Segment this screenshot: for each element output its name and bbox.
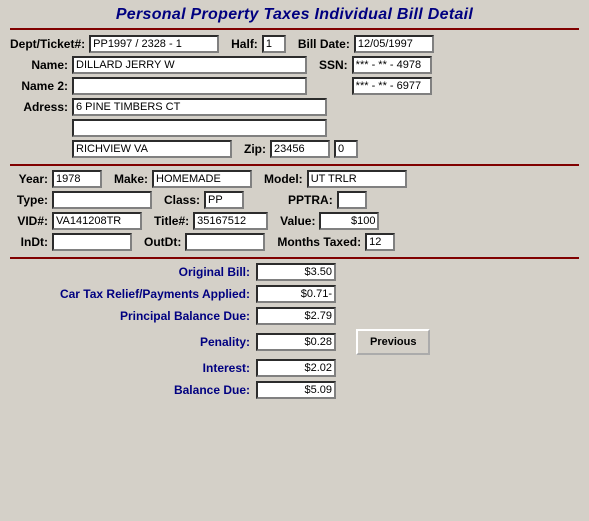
pptra-label: PPTRA: xyxy=(288,193,333,207)
ssn-label: SSN: xyxy=(319,58,348,72)
balance-label: Balance Due: xyxy=(30,383,250,397)
months-taxed-label: Months Taxed: xyxy=(277,235,361,249)
zip-label: Zip: xyxy=(244,142,266,156)
address2-row xyxy=(10,119,579,137)
make-label: Make: xyxy=(114,172,148,186)
dept-ticket-input[interactable] xyxy=(89,35,219,53)
original-bill-label: Original Bill: xyxy=(30,265,250,279)
name2-label: Name 2: xyxy=(10,79,68,93)
penality-input[interactable] xyxy=(256,333,336,351)
principal-label: Principal Balance Due: xyxy=(30,309,250,323)
year-row: Year: Make: Model: xyxy=(10,170,579,188)
half-label: Half: xyxy=(231,37,258,51)
city-input[interactable] xyxy=(72,140,232,158)
bill-date-input[interactable] xyxy=(354,35,434,53)
value-label: Value: xyxy=(280,214,315,228)
title-label: Title#: xyxy=(154,214,189,228)
year-input[interactable] xyxy=(52,170,102,188)
page-title: Personal Property Taxes Individual Bill … xyxy=(10,6,579,24)
top-divider xyxy=(10,28,579,30)
outdt-label: OutDt: xyxy=(144,235,181,249)
balance-input[interactable] xyxy=(256,381,336,399)
name-label: Name: xyxy=(10,58,68,72)
ssn2-input[interactable] xyxy=(352,77,432,95)
value-input[interactable] xyxy=(319,212,379,230)
original-bill-input[interactable] xyxy=(256,263,336,281)
principal-input[interactable] xyxy=(256,307,336,325)
penality-row: Penality: Previous xyxy=(30,329,579,355)
original-bill-row: Original Bill: xyxy=(30,263,579,281)
type-input[interactable] xyxy=(52,191,152,209)
vid-input[interactable] xyxy=(52,212,142,230)
name2-row: Name 2: SSN: xyxy=(10,77,579,95)
class-label: Class: xyxy=(164,193,200,207)
months-taxed-input[interactable] xyxy=(365,233,395,251)
half-input[interactable] xyxy=(262,35,286,53)
name2-input[interactable] xyxy=(72,77,307,95)
principal-row: Principal Balance Due: xyxy=(30,307,579,325)
previous-button[interactable]: Previous xyxy=(356,329,430,355)
penality-label: Penality: xyxy=(30,335,250,349)
car-tax-label: Car Tax Relief/Payments Applied: xyxy=(30,287,250,301)
bottom-divider xyxy=(10,257,579,259)
address2-input[interactable] xyxy=(72,119,327,137)
bill-date-label: Bill Date: xyxy=(298,37,350,51)
class-input[interactable] xyxy=(204,191,244,209)
address-label: Adress: xyxy=(10,100,68,114)
car-tax-row: Car Tax Relief/Payments Applied: xyxy=(30,285,579,303)
zip-input[interactable] xyxy=(270,140,330,158)
dept-ticket-label: Dept/Ticket#: xyxy=(10,37,85,51)
main-container: Personal Property Taxes Individual Bill … xyxy=(0,0,589,521)
indt-label: InDt: xyxy=(10,235,48,249)
indt-input[interactable] xyxy=(52,233,132,251)
title-input[interactable] xyxy=(193,212,268,230)
name-input[interactable] xyxy=(72,56,307,74)
interest-label: Interest: xyxy=(30,361,250,375)
name-row: Name: SSN: xyxy=(10,56,579,74)
dept-row: Dept/Ticket#: Half: Bill Date: xyxy=(10,35,579,53)
make-input[interactable] xyxy=(152,170,252,188)
interest-input[interactable] xyxy=(256,359,336,377)
car-tax-input[interactable] xyxy=(256,285,336,303)
indt-row: InDt: OutDt: Months Taxed: xyxy=(10,233,579,251)
outdt-input[interactable] xyxy=(185,233,265,251)
type-row: Type: Class: PPTRA: xyxy=(10,191,579,209)
middle-divider xyxy=(10,164,579,166)
billing-section: Original Bill: Car Tax Relief/Payments A… xyxy=(10,263,579,399)
type-label: Type: xyxy=(10,193,48,207)
ssn-input[interactable] xyxy=(352,56,432,74)
interest-row: Interest: xyxy=(30,359,579,377)
zip2-input[interactable] xyxy=(334,140,358,158)
model-input[interactable] xyxy=(307,170,407,188)
address1-input[interactable] xyxy=(72,98,327,116)
pptra-input[interactable] xyxy=(337,191,367,209)
year-label: Year: xyxy=(10,172,48,186)
vid-row: VID#: Title#: Value: xyxy=(10,212,579,230)
vid-label: VID#: xyxy=(10,214,48,228)
city-row: Zip: xyxy=(10,140,579,158)
address-row: Adress: xyxy=(10,98,579,116)
balance-row: Balance Due: xyxy=(30,381,579,399)
model-label: Model: xyxy=(264,172,303,186)
